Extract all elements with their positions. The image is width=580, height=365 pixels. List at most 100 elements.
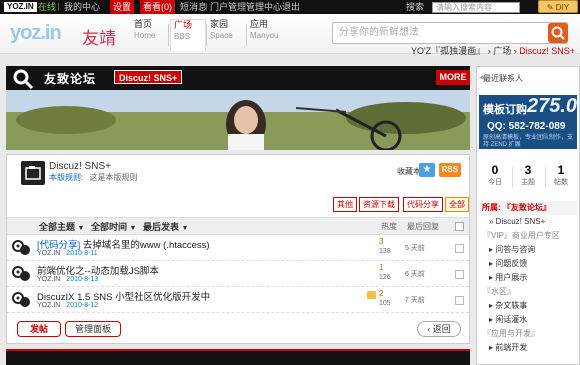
- new-post-button[interactable]: 发帖: [17, 321, 61, 337]
- search-icon: [551, 26, 565, 40]
- recent-contacts-link[interactable]: 最近联系人: [483, 73, 523, 84]
- filter-all-time[interactable]: 全部时间 ▼: [91, 220, 136, 233]
- thread-author[interactable]: YOZ.IN: [37, 302, 60, 309]
- my-center-link[interactable]: 我的中心: [64, 0, 100, 14]
- forum-nav-item[interactable]: ▸ 问答与咨询: [479, 243, 577, 257]
- breadcrumb-forum[interactable]: 广场: [493, 46, 511, 56]
- forum-nav-item-label: 闲话灌水: [495, 315, 528, 324]
- search-label: 搜索: [406, 2, 425, 12]
- site-mini-logo[interactable]: YOZ.IN: [4, 2, 37, 12]
- forum-nav-item[interactable]: ▸ 杂文轶事: [479, 299, 577, 313]
- forum-nav-item[interactable]: ▸ 前端开发: [479, 341, 577, 355]
- reply-count: 3: [379, 237, 384, 246]
- top-search-input[interactable]: 请输入搜索内容: [432, 2, 520, 13]
- logout-link[interactable]: 退出: [282, 0, 300, 14]
- avatar: [12, 266, 30, 281]
- last-reply-column-header: 最后回复: [407, 222, 439, 231]
- thread-meta: YOZ.IN 2010-8-12: [37, 302, 98, 309]
- chevron-down-icon: ▼: [77, 225, 85, 232]
- filter-all-topics-label: 全部主题: [39, 222, 76, 232]
- forum-nav-group-label: 『应用与开发』: [483, 329, 539, 338]
- thread-author[interactable]: YOZ.IN: [37, 250, 60, 257]
- nav-bbs[interactable]: 广场 BBS: [170, 19, 206, 51]
- breadcrumb-page[interactable]: Discuz! SNS+: [519, 46, 575, 56]
- divider: [58, 3, 59, 11]
- forum-nav-item[interactable]: ▸ 问题反馈: [479, 257, 577, 271]
- forum-nav-item-label: 用户展示: [495, 273, 528, 282]
- status-input[interactable]: 分享你的新鲜想法: [332, 22, 568, 44]
- more-label: MORE: [439, 72, 467, 82]
- site-logo-cn[interactable]: 友靖: [82, 24, 116, 49]
- thread-date: 2010-8-12: [66, 302, 99, 309]
- table-row[interactable]: 前端优化之--动态加载JS脚本 YOZ.IN 2010-8-13 1 126 6…: [7, 261, 469, 287]
- forum-nav-item[interactable]: » Discuz! SNS+: [479, 215, 577, 229]
- divider: [174, 3, 175, 11]
- last-reply-time[interactable]: 6 天前: [405, 269, 425, 279]
- row-checkbox[interactable]: [455, 270, 464, 279]
- thread-date: 2010-8-11: [66, 250, 98, 257]
- divider: [206, 24, 207, 46]
- back-label: 返回: [432, 324, 451, 334]
- view-count: 126: [379, 274, 391, 281]
- portal-admin-link[interactable]: 门户管理: [210, 0, 246, 14]
- last-reply-time[interactable]: 7 天前: [405, 295, 425, 305]
- thread-author[interactable]: YOZ.IN: [37, 276, 60, 283]
- thread-date: 2010-8-13: [66, 276, 99, 283]
- rss-icon[interactable]: RSS: [439, 163, 461, 177]
- nav-space-sub: Space: [210, 31, 233, 40]
- messages-link[interactable]: 短消息: [180, 0, 207, 14]
- more-button[interactable]: MORE ▸: [436, 70, 470, 97]
- folder-icon: [25, 166, 41, 180]
- forum-nav-group[interactable]: 『水区』: [479, 285, 577, 299]
- site-logo[interactable]: yoz.in: [10, 22, 62, 45]
- last-reply-time[interactable]: 5 天前: [405, 243, 425, 253]
- forum-nav-item[interactable]: ▸ 闲话灌水: [479, 313, 577, 327]
- forum-nav-list: 所属: 『友致论坛』 » Discuz! SNS+ 『VIP』商业用户专区 ▸ …: [479, 201, 577, 355]
- row-checkbox[interactable]: [455, 296, 464, 305]
- table-row[interactable]: DiscuzIX 1.5 SNS 小型社区优化版开发中 YOZ.IN 2010-…: [7, 287, 469, 313]
- hot-column-header: 热度: [381, 222, 397, 231]
- category-downloads[interactable]: 资源下载: [359, 197, 399, 212]
- thread-title-text: 去掉域名里的www (.htaccess): [82, 240, 210, 251]
- thread-title[interactable]: 前端优化之--动态加载JS脚本: [37, 263, 159, 277]
- forum-rules-label: 本版规则:: [49, 173, 84, 182]
- category-code[interactable]: 代码分享: [403, 197, 443, 212]
- category-all[interactable]: 全部: [445, 197, 469, 212]
- thread-title[interactable]: [代码分享] 去掉域名里的www (.htaccess): [37, 237, 210, 251]
- select-all-checkbox[interactable]: [455, 222, 464, 231]
- stat-today: 0 今日: [479, 163, 511, 187]
- view-count: 138: [379, 248, 391, 255]
- filter-all-topics[interactable]: 全部主题 ▼: [39, 220, 84, 233]
- forum-nav-group-label: 『水区』: [483, 287, 515, 296]
- forum-nav-header-value[interactable]: 『友致论坛』: [503, 203, 551, 212]
- forum-nav-item[interactable]: ▸ 用户展示: [479, 271, 577, 285]
- forum-nav-group-label: 『VIP』商业用户专区: [483, 231, 560, 240]
- forum-nav-group[interactable]: 『应用与开发』: [479, 327, 577, 341]
- divider: [168, 24, 169, 46]
- admin-center-link[interactable]: 管理中心: [246, 0, 282, 14]
- status-submit-button[interactable]: [548, 23, 568, 43]
- back-button[interactable]: ‹ 返回: [417, 321, 461, 337]
- nav-home-label: 首页: [134, 19, 153, 29]
- sort-latest[interactable]: 最后发表 ▼: [143, 220, 188, 233]
- row-checkbox[interactable]: [455, 244, 464, 253]
- diy-label: DIY: [555, 3, 570, 12]
- nav-manyou[interactable]: 应用 Manyou: [250, 19, 286, 51]
- online-link[interactable]: 在线: [38, 0, 56, 14]
- star-icon[interactable]: ★: [419, 163, 435, 177]
- manage-panel-button[interactable]: 管理面板: [65, 321, 121, 337]
- notify-link[interactable]: 看看(0): [140, 0, 175, 14]
- settings-link[interactable]: 设置: [110, 0, 135, 14]
- stat-today-value: 0: [491, 163, 499, 177]
- diy-button[interactable]: ✎ DIY: [538, 0, 578, 13]
- table-row[interactable]: [代码分享] 去掉域名里的www (.htaccess) YOZ.IN 2010…: [7, 235, 469, 261]
- nav-home[interactable]: 首页 Home: [134, 19, 170, 51]
- category-other[interactable]: 其他: [333, 197, 357, 212]
- forum-nav-item-label: 前端开发: [495, 343, 528, 352]
- nav-space[interactable]: 家园 Space: [210, 19, 246, 51]
- template-promo-banner[interactable]: 模板订购 275.0 QQ: 582-782-089 原创高清模板，专业团队制作…: [479, 95, 577, 149]
- forum-nav-group[interactable]: 『VIP』商业用户专区: [479, 229, 577, 243]
- thread-title[interactable]: DiscuzIX 1.5 SNS 小型社区优化版开发中: [37, 289, 210, 303]
- stat-topics: 3 主题: [512, 163, 544, 187]
- breadcrumb-site[interactable]: YO'Z『孤独漫画』: [411, 46, 485, 56]
